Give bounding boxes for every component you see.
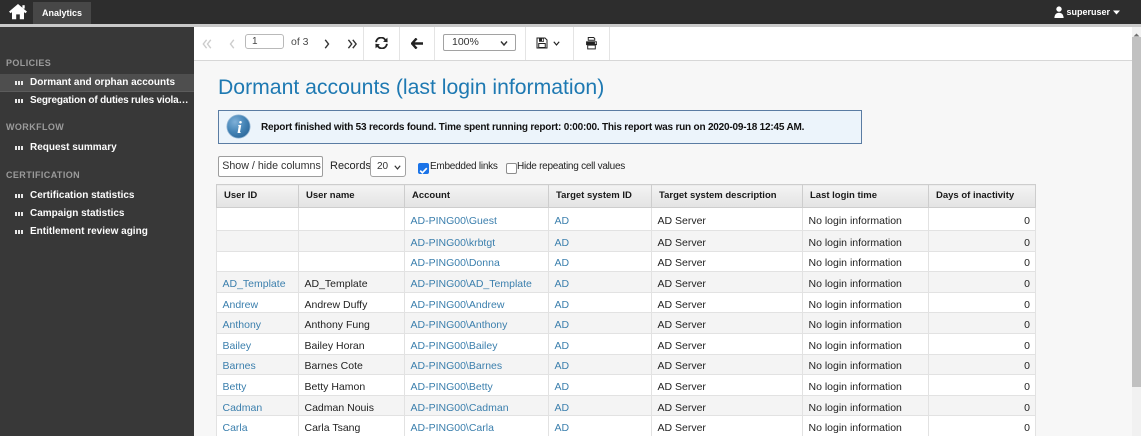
svg-text:i: i <box>237 118 242 137</box>
